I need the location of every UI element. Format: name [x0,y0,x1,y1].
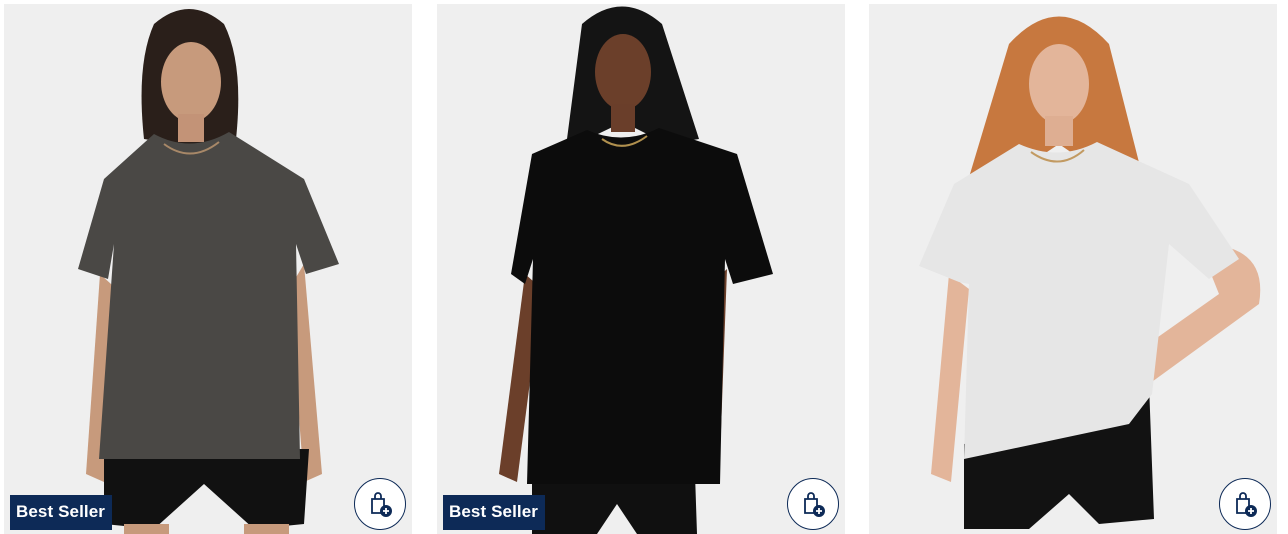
product-image[interactable] [869,4,1277,534]
add-to-bag-button[interactable] [787,478,839,530]
add-to-bag-icon [371,492,392,517]
add-to-bag-button[interactable] [354,478,406,530]
best-seller-badge: Best Seller [10,495,112,530]
product-image[interactable] [4,4,412,534]
add-to-bag-icon [804,492,825,517]
product-card[interactable] [869,4,1277,534]
best-seller-badge: Best Seller [443,495,545,530]
add-to-bag-button[interactable] [1219,478,1271,530]
product-card[interactable]: Best Seller [437,4,845,534]
add-to-bag-icon [1236,492,1257,517]
product-grid: Best Seller Best Seller [0,0,1288,534]
product-card[interactable]: Best Seller [4,4,412,534]
product-image[interactable] [437,4,845,534]
